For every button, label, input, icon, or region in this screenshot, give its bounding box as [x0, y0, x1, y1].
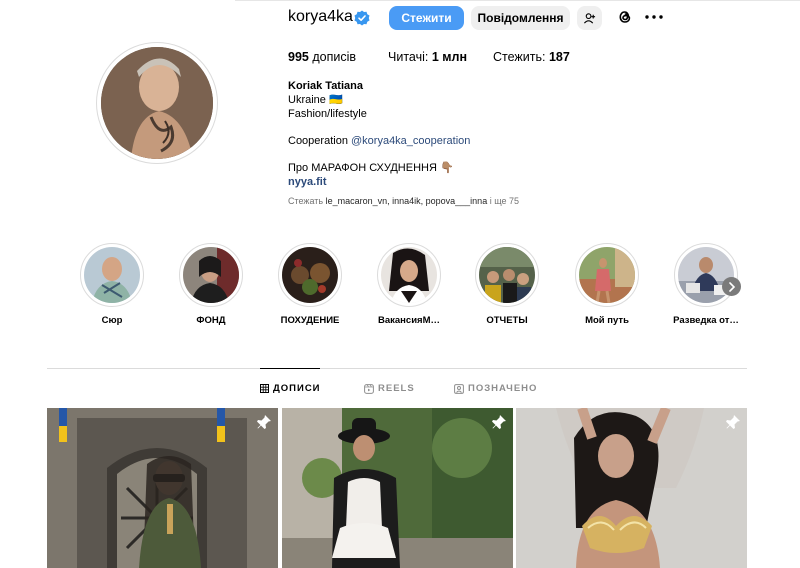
post-image	[516, 408, 747, 568]
highlight-image	[479, 247, 535, 303]
more-options-icon[interactable]	[644, 8, 664, 26]
highlight-label: ВакансияМ…	[377, 315, 440, 326]
post-image	[282, 408, 513, 568]
post-image	[47, 408, 278, 568]
chevron-right-icon	[728, 281, 735, 292]
tab-posts[interactable]: ДОПИСИ	[260, 383, 321, 394]
highlight-image	[579, 247, 635, 303]
pinned-icon	[492, 415, 506, 429]
tabs-divider	[47, 368, 747, 369]
grid-icon	[260, 384, 269, 393]
bio-country: Ukraine 🇺🇦	[288, 94, 343, 106]
highlight-image	[381, 247, 437, 303]
highlight-image	[183, 247, 239, 303]
highlight-item[interactable]: ПОХУДЕНИЕ	[278, 243, 342, 326]
active-tab-indicator	[260, 368, 320, 369]
add-user-button[interactable]	[577, 6, 602, 30]
highlight-label: Разведка от…	[673, 315, 739, 326]
profile-bio: Koriak Tatiana Ukraine 🇺🇦 Fashion/lifest…	[288, 79, 470, 189]
highlight-image	[282, 247, 338, 303]
post-tile[interactable]	[516, 408, 747, 568]
followed-by[interactable]: Стежать le_macaron_vn, inna4ik, popova__…	[288, 196, 519, 206]
message-button[interactable]: Повідомлення	[471, 6, 570, 30]
posts-count: 995 дописів	[288, 50, 357, 64]
highlight-label: Мой путь	[585, 315, 629, 326]
highlight-label: ФОНД	[196, 315, 226, 326]
highlight-item[interactable]: ОТЧЕТЫ	[475, 243, 539, 326]
highlight-item[interactable]: Мой путь	[575, 243, 639, 326]
highlight-label: ОТЧЕТЫ	[486, 315, 528, 326]
highlight-item[interactable]: ВакансияМ…	[377, 243, 441, 326]
bio-category: Fashion/lifestyle	[288, 108, 367, 120]
bio-marathon: Про МАРАФОН СХУДНЕННЯ 👇🏽	[288, 162, 454, 174]
highlight-image	[84, 247, 140, 303]
follow-button[interactable]: Стежити	[389, 6, 464, 30]
highlight-item[interactable]: Разведка от…	[673, 243, 739, 326]
add-user-icon	[583, 12, 596, 24]
highlights-next-button[interactable]	[722, 277, 741, 296]
threads-icon[interactable]	[616, 8, 634, 26]
highlight-label: ПОХУДЕНИЕ	[280, 315, 340, 326]
bio-cooperation: Cooperation @korya4ka_cooperation	[288, 135, 471, 147]
following-count[interactable]: Стежить: 187	[493, 50, 570, 64]
highlight-label: Сюр	[101, 315, 123, 326]
full-name: Koriak Tatiana	[288, 80, 363, 92]
profile-avatar[interactable]	[96, 42, 218, 164]
verified-badge-icon	[354, 10, 370, 26]
post-tile[interactable]	[47, 408, 278, 568]
highlight-item[interactable]: ФОНД	[179, 243, 243, 326]
pinned-icon	[726, 415, 740, 429]
followers-count[interactable]: Читачі: 1 млн	[388, 50, 467, 64]
tagged-icon	[454, 383, 464, 394]
pinned-icon	[257, 415, 271, 429]
website-link[interactable]: nyya.fit	[288, 175, 470, 189]
highlight-item[interactable]: Сюр	[80, 243, 144, 326]
tab-tagged[interactable]: ПОЗНАЧЕНО	[454, 383, 537, 394]
cooperation-link[interactable]: @korya4ka_cooperation	[351, 135, 470, 147]
avatar-image	[101, 47, 213, 159]
tab-reels[interactable]: REELS	[364, 383, 415, 394]
reels-icon	[364, 383, 374, 394]
post-tile[interactable]	[282, 408, 513, 568]
top-divider	[235, 0, 800, 1]
profile-username: korya4ka	[288, 8, 353, 25]
